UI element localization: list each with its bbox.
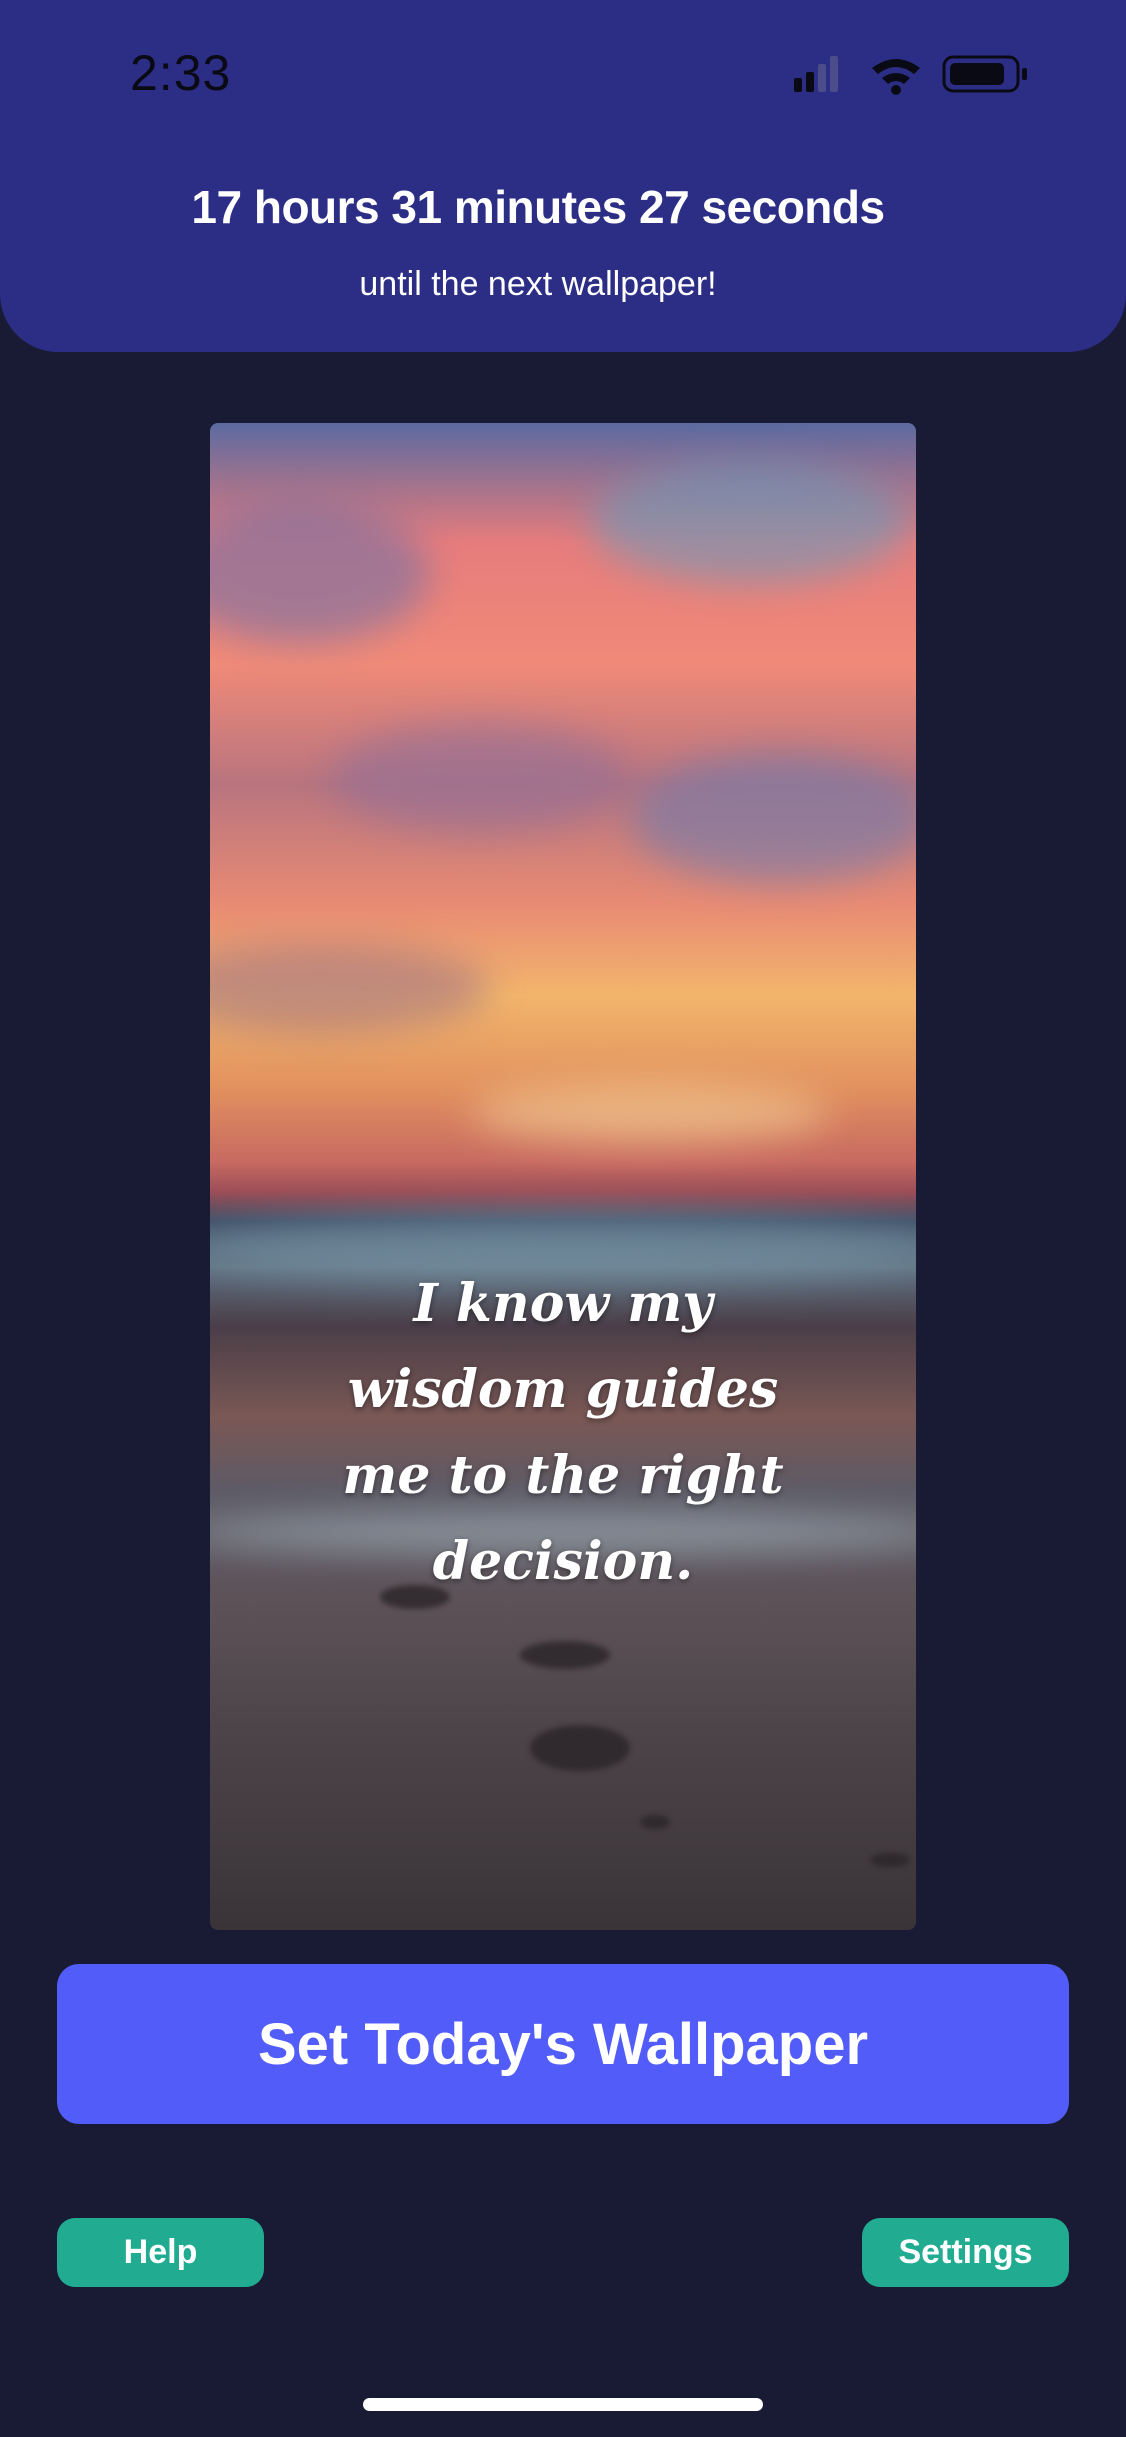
footprint-shape (520, 1641, 610, 1669)
cloud-shape (470, 1083, 830, 1143)
countdown-subtitle: until the next wallpaper! (359, 265, 717, 303)
cloud-shape (330, 723, 630, 833)
battery-icon (942, 55, 1027, 93)
cloud-shape (630, 753, 916, 883)
cloud-shape (210, 943, 490, 1033)
home-indicator[interactable] (363, 2398, 763, 2411)
footprint-shape (870, 1853, 910, 1867)
footprint-shape (640, 1815, 670, 1829)
help-button[interactable]: Help (57, 2218, 264, 2287)
wallpaper-preview[interactable]: I know my wisdom guides me to the right … (210, 423, 916, 1930)
settings-button[interactable]: Settings (862, 2218, 1069, 2287)
set-wallpaper-button[interactable]: Set Today's Wallpaper (57, 1964, 1069, 2124)
footprint-shape (530, 1725, 630, 1771)
cloud-shape (590, 463, 910, 583)
signal-icon (794, 56, 838, 92)
status-bar-icons (794, 55, 1027, 95)
status-bar-time: 2:33 (130, 45, 232, 101)
countdown-time: 17 hours 31 minutes 27 seconds (191, 181, 885, 233)
affirmation-quote: I know my wisdom guides me to the right … (342, 1273, 784, 1592)
cloud-shape (210, 503, 430, 643)
wifi-icon (872, 59, 920, 95)
countdown-header: 2:33 17 hours 31 minutes 27 seconds unti… (0, 0, 1126, 352)
